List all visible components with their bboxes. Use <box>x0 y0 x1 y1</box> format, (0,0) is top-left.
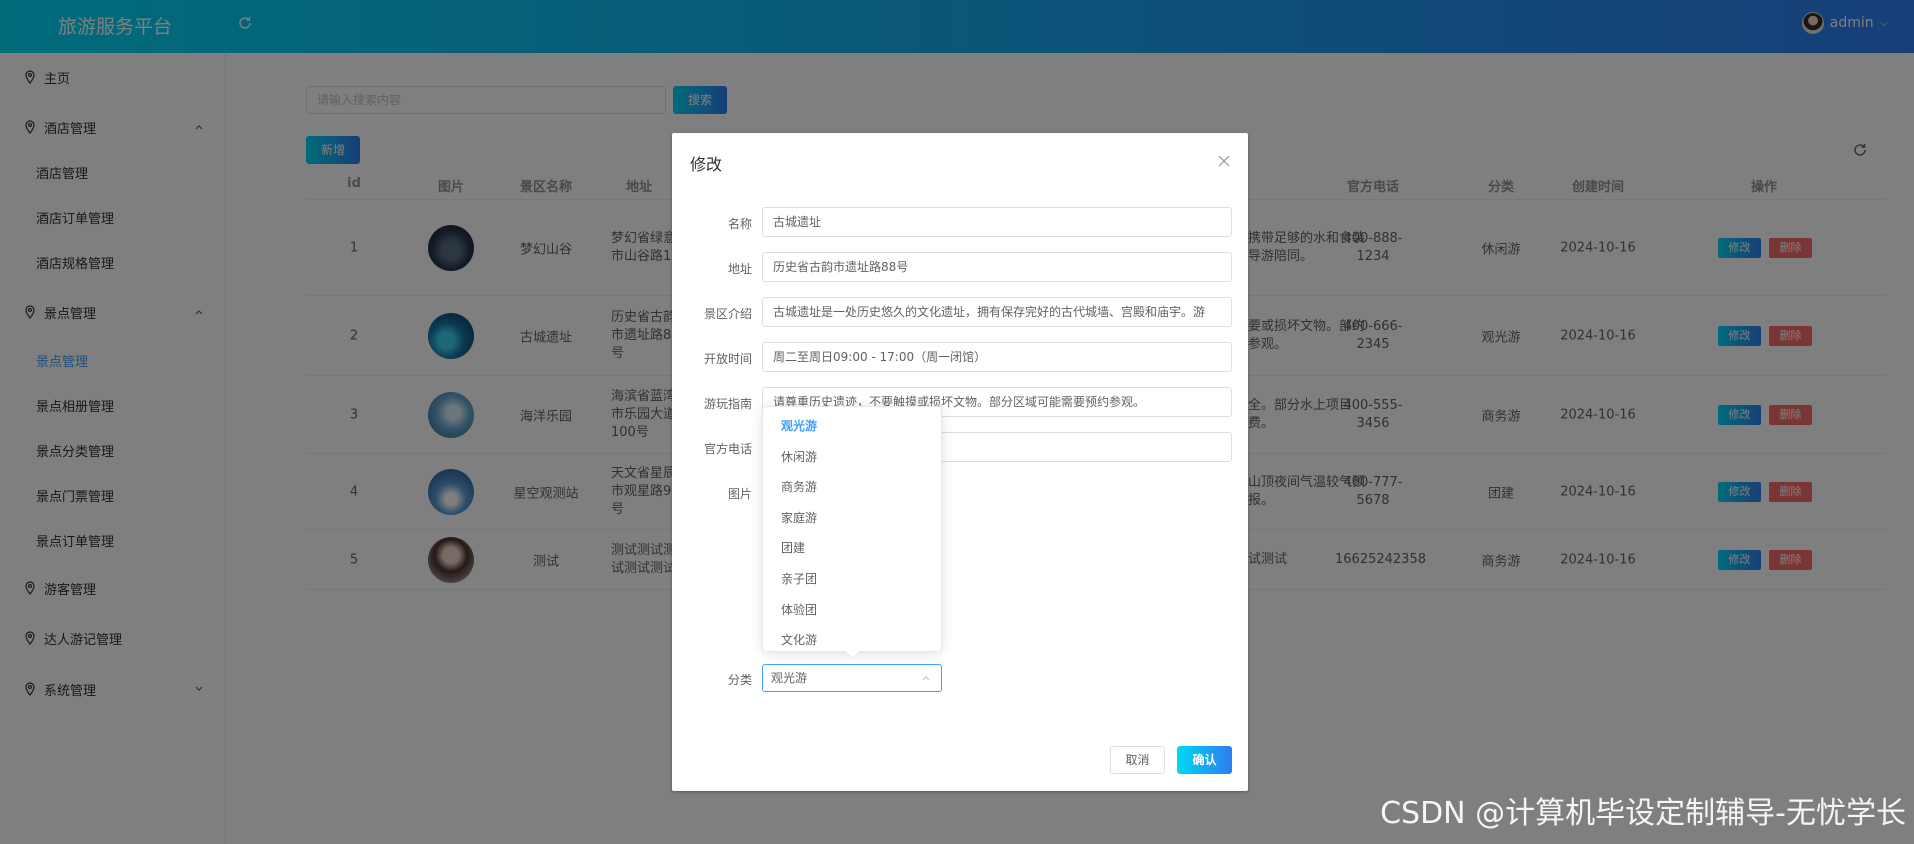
cancel-button[interactable]: 取消 <box>1110 746 1165 774</box>
intro-field[interactable]: 古城遗址是一处历史悠久的文化遗址，拥有保存完好的古代城墙、宫殿和庙宇。游 <box>762 297 1232 327</box>
confirm-button[interactable]: 确认 <box>1177 746 1232 774</box>
watermark: CSDN @计算机毕设定制辅导-无忧学长 <box>1380 796 1906 831</box>
field-label: 景区介绍 <box>703 307 752 321</box>
dropdown-option[interactable]: 团建 <box>763 533 941 564</box>
select-value: 观光游 <box>771 671 808 685</box>
edit-dialog: 修改 名称 古城遗址 地址 历史省古韵市遗址路88号 景区介绍 古城遗址是一处历… <box>672 133 1248 791</box>
hours-field[interactable]: 周二至周日09:00 - 17:00（周一闭馆） <box>762 342 1232 372</box>
dropdown-option[interactable]: 休闲游 <box>763 442 941 473</box>
field-label: 图片 <box>727 487 752 501</box>
dropdown-option[interactable]: 亲子团 <box>763 564 941 595</box>
field-label: 官方电话 <box>703 442 752 456</box>
field-label: 开放时间 <box>703 352 752 366</box>
field-label: 名称 <box>727 217 752 231</box>
dialog-title: 修改 <box>690 155 723 174</box>
dropdown-option[interactable]: 观光游 <box>763 411 941 442</box>
field-label: 地址 <box>727 262 752 276</box>
chevron-up-icon <box>922 676 930 681</box>
field-label: 分类 <box>727 673 752 687</box>
field-label: 游玩指南 <box>703 397 752 411</box>
category-dropdown: 观光游 休闲游 商务游 家庭游 团建 亲子团 体验团 文化游 <box>762 406 942 652</box>
dropdown-option[interactable]: 商务游 <box>763 472 941 503</box>
dropdown-option[interactable]: 文化游 <box>763 625 941 656</box>
dropdown-option[interactable]: 家庭游 <box>763 503 941 534</box>
dropdown-option[interactable]: 体验团 <box>763 595 941 626</box>
address-field[interactable]: 历史省古韵市遗址路88号 <box>762 252 1232 282</box>
category-select[interactable]: 观光游 <box>762 664 942 692</box>
name-field[interactable]: 古城遗址 <box>762 207 1232 237</box>
close-icon[interactable] <box>1218 155 1230 167</box>
